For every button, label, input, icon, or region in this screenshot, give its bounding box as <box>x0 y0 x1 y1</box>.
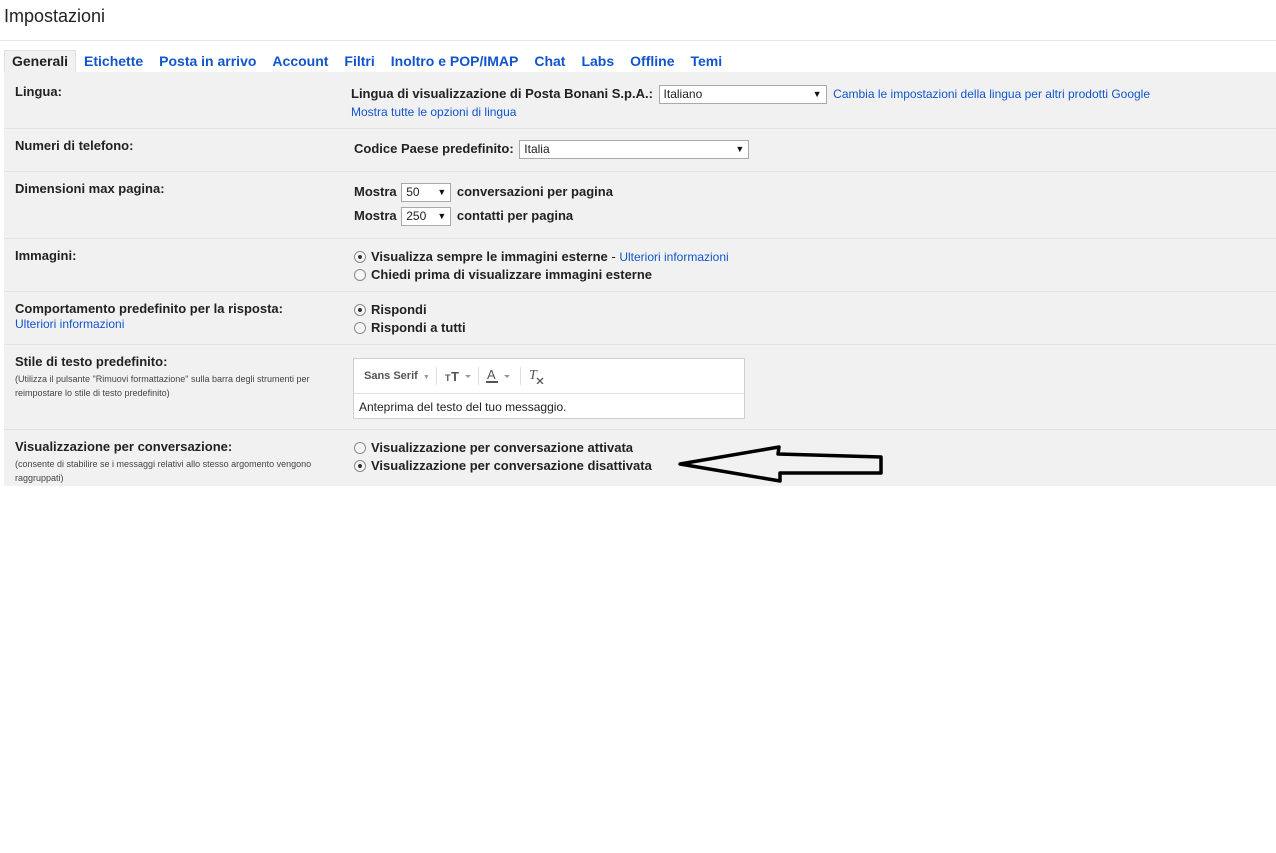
reply-label: Rispondi <box>371 302 427 317</box>
setting-row-immagini: Immagini: Visualizza sempre le immagini … <box>4 238 1276 292</box>
svg-text:A: A <box>487 368 496 382</box>
tab-generali[interactable]: Generali <box>4 50 77 72</box>
tab-etichette[interactable]: Etichette <box>76 51 151 72</box>
dropdown-arrow-icon: ▼ <box>437 187 447 197</box>
conversations-per-page-label: conversazioni per pagina <box>456 183 613 199</box>
conversations-per-page-select[interactable]: 50 ▼ <box>401 183 452 202</box>
show-label: Mostra <box>354 207 397 223</box>
svg-text:T: T <box>451 369 459 383</box>
contacts-select-value: 250 <box>406 209 427 223</box>
page-title: Impostazioni <box>4 6 106 26</box>
show-label: Mostra <box>354 183 397 199</box>
setting-row-dimensioni: Dimensioni max pagina: Mostra 50 ▼ conve… <box>4 171 1276 239</box>
toolbar-divider <box>520 367 521 385</box>
phone-country-control: Codice Paese predefinito: Italia ▼ <box>354 140 750 159</box>
toolbar-divider <box>436 367 437 385</box>
language-select-value: Italiano <box>663 87 703 101</box>
setting-label-conversazione: Visualizzazione per conversazione: <box>15 439 233 454</box>
toolbar-divider <box>478 367 479 385</box>
contacts-per-page-control: Mostra 250 ▼ contatti per pagina <box>354 207 573 226</box>
images-ask-radio[interactable] <box>354 268 366 281</box>
tab-chat[interactable]: Chat <box>526 51 573 72</box>
tab-offline[interactable]: Offline <box>622 51 682 72</box>
setting-label-stile: Stile di testo predefinito: <box>15 354 168 369</box>
language-select[interactable]: Italiano ▼ <box>658 85 827 104</box>
text-color-button[interactable]: A <box>486 367 516 387</box>
images-always-label: Visualizza sempre le immagini esterne <box>371 249 608 264</box>
change-language-link[interactable]: Cambia le impostazioni della lingua per … <box>833 87 1150 101</box>
conversations-per-page-control: Mostra 50 ▼ conversazioni per pagina <box>354 183 613 202</box>
reply-all-label: Rispondi a tutti <box>371 320 466 335</box>
language-control: Lingua di visualizzazione di Posta Bonan… <box>351 85 1150 104</box>
text-style-editor: Sans Serif▼ T T A T Anteprima del testo <box>353 358 745 419</box>
country-select-value: Italia <box>524 142 550 156</box>
country-code-select[interactable]: Italia ▼ <box>519 140 750 159</box>
reply-more-info-link[interactable]: Ulteriori informazioni <box>15 317 124 331</box>
separator-dash: - <box>607 249 620 264</box>
conversation-option-off: Visualizzazione per conversazione disatt… <box>354 458 652 473</box>
conversations-select-value: 50 <box>406 185 420 199</box>
language-display-label: Lingua di visualizzazione di Posta Bonan… <box>351 85 653 101</box>
images-always-radio[interactable] <box>354 250 366 263</box>
images-ask-label: Chiedi prima di visualizzare immagini es… <box>371 267 653 282</box>
setting-label-dimensioni: Dimensioni max pagina: <box>15 181 165 196</box>
remove-formatting-icon: T <box>529 368 544 385</box>
settings-panel: Lingua: Lingua di visualizzazione di Pos… <box>4 72 1276 486</box>
settings-tabs: Generali Etichette Posta in arrivo Accou… <box>4 50 730 72</box>
setting-row-conversazione: Visualizzazione per conversazione: (cons… <box>4 429 1276 486</box>
tab-temi[interactable]: Temi <box>683 51 731 72</box>
tab-labs[interactable]: Labs <box>573 51 622 72</box>
text-style-preview: Anteprima del testo del tuo messaggio. <box>359 400 567 414</box>
conversation-off-label: Visualizzazione per conversazione disatt… <box>371 458 652 473</box>
font-size-button[interactable]: T T <box>445 369 475 386</box>
setting-row-telefono: Numeri di telefono: Codice Paese predefi… <box>4 128 1276 172</box>
font-family-label: Sans Serif <box>364 370 418 382</box>
font-size-icon: T T <box>445 369 471 384</box>
text-style-note: (Utilizza il pulsante "Rimuovi formattaz… <box>15 374 310 398</box>
tab-posta-in-arrivo[interactable]: Posta in arrivo <box>151 51 264 72</box>
images-option-always: Visualizza sempre le immagini esterne - … <box>354 249 729 264</box>
tab-account[interactable]: Account <box>264 51 336 72</box>
images-option-ask: Chiedi prima di visualizzare immagini es… <box>354 267 652 282</box>
dropdown-arrow-icon: ▼ <box>735 144 745 154</box>
conversation-on-label: Visualizzazione per conversazione attiva… <box>371 440 634 455</box>
setting-row-lingua: Lingua: Lingua di visualizzazione di Pos… <box>4 72 1276 129</box>
setting-row-risposta: Comportamento predefinito per la rispost… <box>4 291 1276 345</box>
text-color-icon: A <box>486 367 510 383</box>
images-more-info-link[interactable]: Ulteriori informazioni <box>619 250 728 264</box>
svg-text:T: T <box>529 368 538 383</box>
setting-label-lingua: Lingua: <box>15 84 62 99</box>
reply-radio[interactable] <box>354 303 366 316</box>
setting-label-telefono: Numeri di telefono: <box>15 138 134 153</box>
contacts-per-page-select[interactable]: 250 ▼ <box>401 207 452 226</box>
country-code-label: Codice Paese predefinito: <box>354 140 514 156</box>
title-divider <box>0 40 1276 41</box>
conversation-view-note: (consente di stabilire se i messaggi rel… <box>15 459 312 483</box>
all-language-options-link[interactable]: Mostra tutte le opzioni di lingua <box>351 105 516 119</box>
setting-label-immagini: Immagini: <box>15 248 77 263</box>
dropdown-arrow-icon: ▼ <box>812 89 822 99</box>
tab-inoltro-pop-imap[interactable]: Inoltro e POP/IMAP <box>383 51 527 72</box>
remove-formatting-button[interactable]: T <box>528 368 546 387</box>
tab-filtri[interactable]: Filtri <box>336 51 382 72</box>
contacts-per-page-label: contatti per pagina <box>456 207 574 223</box>
chevron-down-icon: ▼ <box>422 374 430 381</box>
conversation-option-on: Visualizzazione per conversazione attiva… <box>354 440 633 455</box>
conversation-on-radio[interactable] <box>354 441 366 454</box>
conversation-off-radio[interactable] <box>354 459 366 472</box>
font-family-button[interactable]: Sans Serif ▼ <box>364 370 430 382</box>
dropdown-arrow-icon: ▼ <box>437 211 447 221</box>
editor-toolbar: Sans Serif ▼ T T A T <box>354 359 744 394</box>
reply-all-radio[interactable] <box>354 321 366 334</box>
reply-option-reply: Rispondi <box>354 302 427 317</box>
annotation-arrow-icon <box>678 445 883 483</box>
setting-label-risposta: Comportamento predefinito per la rispost… <box>15 301 283 316</box>
reply-option-reply-all: Rispondi a tutti <box>354 320 466 335</box>
